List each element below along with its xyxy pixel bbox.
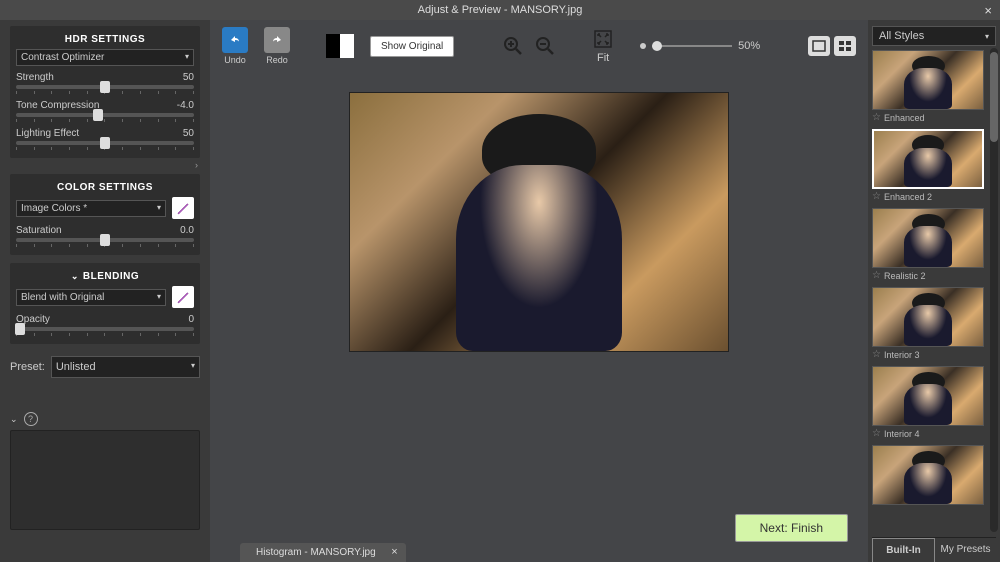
styles-panel: All Styles▾ ☆Enhanced ☆Enhanced 2 ☆Reali… [868,20,1000,562]
scrollbar[interactable] [990,48,998,532]
redo-button[interactable]: Redo [264,27,290,65]
eyedropper-icon[interactable] [172,286,194,308]
chevron-down-icon[interactable]: ⌄ [10,414,18,425]
titlebar: Adjust & Preview - MANSORY.jpg × [0,0,1000,20]
color-settings-section: COLOR SETTINGS Image Colors *▾ Saturatio… [10,174,200,255]
style-thumb[interactable]: ☆Enhanced 2 [872,129,984,204]
tab-builtin[interactable]: Built-In [872,538,935,562]
zoom-slider[interactable]: 50% [640,40,760,52]
zoom-percentage: 50% [738,40,760,52]
style-thumb[interactable]: ☆Interior 3 [872,287,984,362]
tab-mypresets[interactable]: My Presets [935,538,996,562]
grid-view-icon[interactable] [834,36,856,56]
fit-button[interactable]: Fit [592,28,614,64]
toolbar: Undo Redo Show Original Fit [210,20,868,72]
color-method-dropdown[interactable]: Image Colors *▾ [16,200,166,217]
blending-section: ⌄BLENDING Blend with Original▾ Opacity0 [10,263,200,344]
star-icon[interactable]: ☆ [872,349,881,360]
color-header: COLOR SETTINGS [16,178,194,197]
style-thumb[interactable]: ☆Enhanced [872,50,984,125]
close-icon[interactable]: × [391,546,397,558]
info-box [10,430,200,530]
canvas-area[interactable] [210,72,868,562]
blend-method-dropdown[interactable]: Blend with Original▾ [16,289,166,306]
style-thumb[interactable]: ☆Interior 4 [872,366,984,441]
slider-tone-compression[interactable]: Tone Compression-4.0 [16,100,194,122]
star-icon[interactable]: ☆ [872,270,881,281]
single-view-icon[interactable] [808,36,830,56]
histogram-tab[interactable]: Histogram - MANSORY.jpg × [240,543,406,562]
star-icon[interactable]: ☆ [872,191,881,202]
preview-panel: Undo Redo Show Original Fit [210,20,868,562]
show-original-button[interactable]: Show Original [370,36,454,57]
color-swatch[interactable] [326,34,354,58]
help-icon[interactable]: ? [24,412,38,426]
slider-strength[interactable]: Strength50 [16,72,194,94]
zoom-out-icon[interactable] [534,35,556,57]
next-finish-button[interactable]: Next: Finish [735,514,848,542]
slider-lighting-effect[interactable]: Lighting Effect50 [16,128,194,150]
style-thumb[interactable]: ☆Realistic 2 [872,208,984,283]
hdr-header: HDR SETTINGS [16,30,194,49]
star-icon[interactable]: ☆ [872,112,881,123]
preset-dropdown[interactable]: Unlisted▾ [51,356,200,378]
preset-label: Preset: [10,361,45,373]
slider-opacity[interactable]: Opacity0 [16,314,194,336]
preset-row: Preset: Unlisted▾ [10,356,200,378]
hdr-method-dropdown[interactable]: Contrast Optimizer▾ [16,49,194,66]
styles-dropdown[interactable]: All Styles▾ [872,26,996,46]
close-icon[interactable]: × [984,3,992,18]
hdr-settings-section: HDR SETTINGS Contrast Optimizer▾ Strengt… [10,26,200,158]
window-title: Adjust & Preview - MANSORY.jpg [418,4,583,16]
expand-icon[interactable]: › [10,160,198,170]
slider-saturation[interactable]: Saturation0.0 [16,225,194,247]
eyedropper-icon[interactable] [172,197,194,219]
style-thumb[interactable] [872,445,984,505]
blend-header: ⌄BLENDING [16,267,194,286]
zoom-in-icon[interactable] [502,35,524,57]
preview-image [349,92,729,352]
star-icon[interactable]: ☆ [872,428,881,439]
settings-panel: HDR SETTINGS Contrast Optimizer▾ Strengt… [0,20,210,562]
undo-button[interactable]: Undo [222,27,248,65]
